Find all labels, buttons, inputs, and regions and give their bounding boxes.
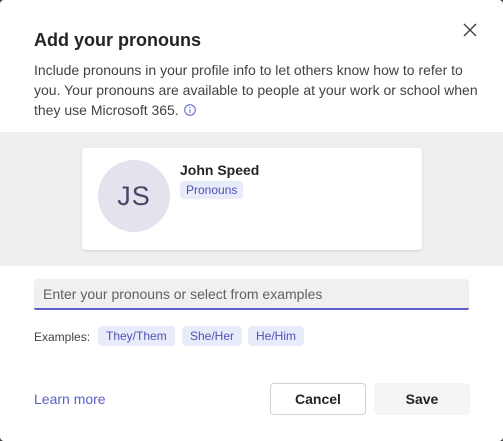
close-button[interactable] — [458, 18, 482, 42]
info-icon[interactable] — [183, 101, 196, 121]
cancel-button[interactable]: Cancel — [270, 383, 366, 415]
description-text: Include pronouns in your profile info to… — [34, 62, 478, 118]
example-chip-she-her[interactable]: She/Her — [182, 326, 243, 346]
learn-more-link[interactable]: Learn more — [34, 391, 106, 407]
pronouns-badge: Pronouns — [180, 181, 244, 199]
dialog-description: Include pronouns in your profile info to… — [34, 60, 484, 121]
save-button[interactable]: Save — [374, 383, 470, 415]
profile-name: John Speed — [180, 162, 260, 178]
example-chip-he-him[interactable]: He/Him — [248, 326, 305, 346]
close-icon — [463, 23, 477, 37]
example-chip-they-them[interactable]: They/Them — [98, 326, 175, 346]
dialog-title: Add your pronouns — [34, 30, 201, 50]
avatar: JS — [98, 160, 170, 232]
examples-label: Examples: — [34, 330, 91, 344]
pronouns-input[interactable] — [34, 279, 469, 310]
add-pronouns-dialog: Add your pronouns Include pronouns in yo… — [0, 0, 503, 441]
profile-card-preview: JS John Speed Pronouns — [82, 148, 422, 250]
profile-preview-area: JS John Speed Pronouns — [0, 132, 503, 266]
